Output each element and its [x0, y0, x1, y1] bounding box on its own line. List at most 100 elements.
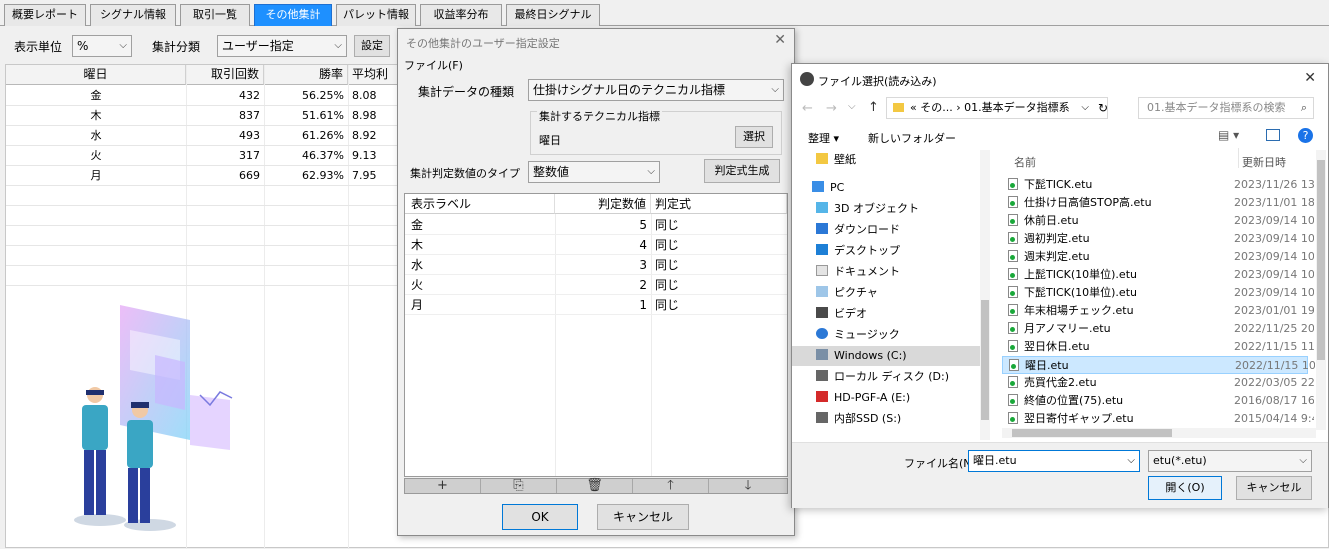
col-header-value[interactable]: 判定数値: [555, 194, 651, 214]
file-row[interactable]: 休前日.etu 2023/09/14 10:5: [1008, 212, 1314, 230]
file-row[interactable]: 翌日休日.etu 2022/11/15 11:4: [1008, 338, 1314, 356]
chevron-down-icon[interactable]: ⌵: [1127, 451, 1135, 471]
table-row[interactable]: 木 837 51.61% 8.98: [6, 106, 404, 126]
file-type-filter[interactable]: etu(*.etu) ⌵: [1148, 450, 1312, 472]
file-list-scrollbar[interactable]: [1316, 150, 1326, 430]
data-type-select[interactable]: 仕掛けシグナル日のテクニカル指標 ⌵: [528, 79, 784, 101]
tree-item-documents[interactable]: ドキュメント: [816, 262, 900, 282]
tree-item-windows-c[interactable]: Windows (C:): [792, 346, 980, 366]
list-item[interactable]: 金 5 同じ: [405, 215, 787, 235]
close-icon[interactable]: ✕: [1304, 70, 1316, 86]
trash-icon[interactable]: 🗑: [557, 479, 633, 493]
tree-item-desktop[interactable]: デスクトップ: [816, 241, 900, 261]
tree-item-videos[interactable]: ビデオ: [816, 304, 867, 324]
tab-signal-info[interactable]: シグナル情報: [90, 4, 176, 26]
table-row[interactable]: 金 432 56.25% 8.08: [6, 86, 404, 106]
file-row[interactable]: 上髭TICK(10単位).etu 2023/09/14 10:5: [1008, 266, 1314, 284]
organize-button[interactable]: 整理 ▾: [808, 130, 839, 146]
col-header-name[interactable]: 名前: [1014, 154, 1036, 170]
tree-item-downloads[interactable]: ダウンロード: [816, 220, 900, 240]
up-arrow-icon[interactable]: ↑: [868, 100, 879, 115]
cancel-button[interactable]: キャンセル: [597, 504, 689, 530]
file-row[interactable]: 翌日寄付ギャップ.etu 2015/04/14 9:4: [1008, 410, 1314, 428]
address-bar[interactable]: « その... › 01.基本データ指標系 ⌵ ↻: [886, 97, 1108, 119]
scrollbar-thumb[interactable]: [1317, 160, 1325, 360]
tab-last-day-signal[interactable]: 最終日シグナル: [506, 4, 600, 26]
list-item[interactable]: 木 4 同じ: [405, 235, 787, 255]
col-header-winrate[interactable]: 勝率: [264, 65, 348, 85]
tab-return-distribution[interactable]: 収益率分布: [420, 4, 502, 26]
col-header-trades[interactable]: 取引回数: [186, 65, 264, 85]
col-header-date[interactable]: 更新日時: [1242, 154, 1286, 170]
drive-icon: [816, 370, 828, 381]
col-header-weekday[interactable]: 曜日: [6, 65, 186, 85]
cell-weekday: 水: [90, 129, 102, 142]
display-unit-select[interactable]: % ⌵: [72, 35, 132, 57]
file-row[interactable]: 週初判定.etu 2023/09/14 10:5: [1008, 230, 1314, 248]
tree-item-pictures[interactable]: ピクチャ: [816, 283, 878, 303]
file-row[interactable]: 終値の位置(75).etu 2016/08/17 16:0: [1008, 392, 1314, 410]
file-list-hscrollbar[interactable]: [1002, 428, 1316, 438]
tree-scrollbar[interactable]: [980, 150, 990, 440]
copy-icon[interactable]: ⎘: [481, 479, 557, 493]
list-item[interactable]: 月 1 同じ: [405, 295, 787, 315]
preview-pane-icon[interactable]: [1266, 129, 1280, 141]
file-row[interactable]: 年末相場チェック.etu 2023/01/01 19:5: [1008, 302, 1314, 320]
search-input[interactable]: 01.基本データ指標系の検索 ⌕: [1138, 97, 1314, 119]
refresh-icon[interactable]: ↻: [1098, 98, 1108, 118]
tree-label: PC: [830, 181, 845, 194]
list-item[interactable]: 水 3 同じ: [405, 255, 787, 275]
list-item[interactable]: 火 2 同じ: [405, 275, 787, 295]
forward-arrow-icon[interactable]: →: [826, 101, 837, 116]
open-button[interactable]: 開く(O): [1148, 476, 1222, 500]
file-row-selected[interactable]: 曜日.etu 2022/11/15 10:1: [1002, 356, 1315, 374]
tab-summary-report[interactable]: 概要レポート: [4, 4, 86, 26]
value-type-select[interactable]: 整数値 ⌵: [528, 161, 660, 183]
tab-other-aggregates[interactable]: その他集計: [254, 4, 332, 26]
view-options-icon[interactable]: ▤ ▾: [1218, 128, 1239, 142]
settings-button[interactable]: 設定: [354, 35, 390, 57]
tree-item-music[interactable]: ミュージック: [816, 325, 900, 345]
tree-item-hd-pgf-e[interactable]: HD-PGF-A (E:): [816, 388, 910, 408]
cancel-button[interactable]: キャンセル: [1236, 476, 1312, 500]
filename-input[interactable]: 曜日.etu ⌵: [968, 450, 1140, 472]
tree-item-pc[interactable]: PC: [812, 178, 844, 198]
tree-item-wallpaper[interactable]: 壁紙: [816, 150, 856, 170]
col-header-expression[interactable]: 判定式: [651, 194, 787, 214]
file-row[interactable]: 仕掛け日高値STOP高.etu 2023/11/01 18:2: [1008, 194, 1314, 212]
tree-item-internal-s[interactable]: 内部SSD (S:): [816, 409, 901, 429]
tree-item-3d-objects[interactable]: 3D オブジェクト: [816, 199, 919, 219]
back-arrow-icon[interactable]: ←: [802, 101, 813, 116]
tab-trade-list[interactable]: 取引一覧: [180, 4, 250, 26]
item-value: 2: [639, 278, 647, 292]
ok-button[interactable]: OK: [502, 504, 578, 530]
file-row[interactable]: 売買代金2.etu 2022/03/05 22:2: [1008, 374, 1314, 392]
recent-chevron-icon[interactable]: ⌵: [848, 101, 856, 112]
item-expression: 同じ: [655, 238, 680, 252]
menu-file[interactable]: ファイル(F): [404, 57, 463, 73]
scrollbar-thumb[interactable]: [981, 300, 989, 420]
tab-palette-info[interactable]: パレット情報: [336, 4, 416, 26]
help-icon[interactable]: ?: [1298, 128, 1313, 143]
new-folder-button[interactable]: 新しいフォルダー: [868, 130, 956, 146]
file-row[interactable]: 週末判定.etu 2023/09/14 10:5: [1008, 248, 1314, 266]
file-row[interactable]: 下髭TICK.etu 2023/11/26 13:2: [1008, 176, 1314, 194]
add-icon[interactable]: +: [405, 479, 481, 493]
close-icon[interactable]: ✕: [774, 32, 786, 48]
category-select[interactable]: ユーザー指定 ⌵: [217, 35, 347, 57]
file-row[interactable]: 下髭TICK(10単位).etu 2023/09/14 10:5: [1008, 284, 1314, 302]
scrollbar-thumb[interactable]: [1012, 429, 1172, 437]
tree-item-local-d[interactable]: ローカル ディスク (D:): [816, 367, 949, 387]
select-button[interactable]: 選択: [735, 126, 773, 148]
table-row[interactable]: 月 669 62.93% 7.95: [6, 166, 404, 186]
table-row[interactable]: 水 493 61.26% 8.92: [6, 126, 404, 146]
arrow-up-icon[interactable]: 🡑: [633, 479, 709, 493]
file-row[interactable]: 月アノマリー.etu 2022/11/25 20:2: [1008, 320, 1314, 338]
generate-expression-button[interactable]: 判定式生成: [704, 159, 780, 183]
cell-winrate: 62.93%: [302, 169, 344, 182]
chevron-down-icon[interactable]: ⌵: [1081, 98, 1089, 118]
col-header-avg-profit[interactable]: 平均利: [348, 65, 404, 85]
table-row[interactable]: 火 317 46.37% 9.13: [6, 146, 404, 166]
arrow-down-icon[interactable]: 🡓: [709, 479, 787, 493]
col-header-label[interactable]: 表示ラベル: [405, 194, 555, 214]
